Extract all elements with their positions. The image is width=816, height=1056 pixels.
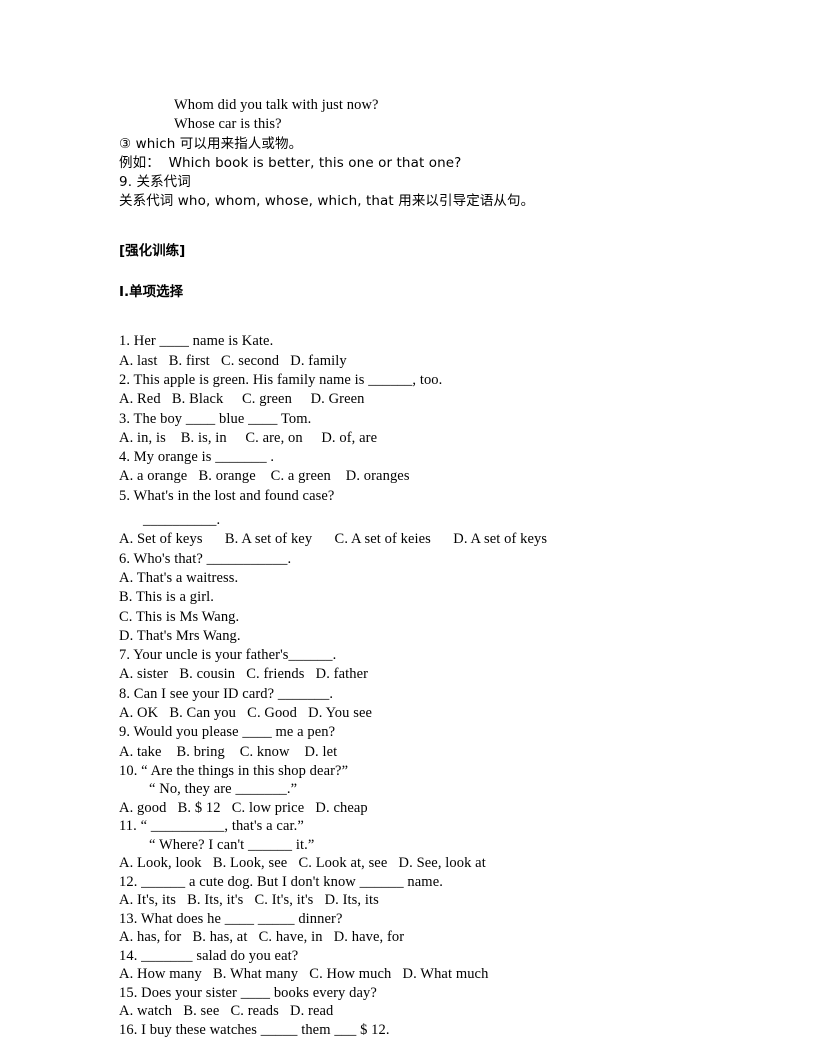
question-options: A. Red B. Black C. green D. Green (119, 391, 365, 408)
question-stem: 12. ______ a cute dog. But I don't know … (119, 873, 443, 890)
question-item: 15. Does your sister ____ books every da… (119, 984, 719, 1021)
question-option: D. That's Mrs Wang. (119, 627, 241, 644)
grammar-point-9-body: 关系代词 who, whom, whose, which, that 用来以引导… (119, 193, 535, 210)
question-options: A. last B. first C. second D. family (119, 352, 347, 369)
question-stem: 10. “ Are the things in this shop dear?” (119, 762, 349, 779)
grammar-point-9-title: 9. 关系代词 (119, 174, 191, 191)
question-item: 3. The boy ____ blue ____ Tom. A. in, is… (119, 410, 719, 449)
question-item: 1. Her ____ name is Kate. A. last B. fir… (119, 332, 719, 371)
question-stem: 3. The boy ____ blue ____ Tom. (119, 410, 312, 427)
question-answer-blank: __________. (143, 512, 221, 529)
grammar-point-3: ③ which 可以用来指人或物。 (119, 135, 303, 152)
question-stem: 16. I buy these watches _____ them ___ $… (119, 1021, 390, 1038)
question-item: 6. Who's that? ___________. A. That's a … (119, 550, 719, 646)
question-options: A. Look, look B. Look, see C. Look at, s… (119, 855, 486, 872)
question-option: A. That's a waitress. (119, 569, 239, 586)
document-body: Whom did you talk with just now? Whose c… (119, 96, 719, 1039)
question-item: 11. “ __________, that's a car.” “ Where… (119, 817, 719, 873)
question-stem: 14. _______ salad do you eat? (119, 947, 299, 964)
question-stem: 2. This apple is green. His family name … (119, 371, 443, 388)
question-stem: 1. Her ____ name is Kate. (119, 333, 274, 350)
question-stem: 13. What does he ____ _____ dinner? (119, 910, 343, 927)
question-options: A. It's, its B. Its, it's C. It's, it's … (119, 892, 379, 909)
question-stem-line-2: “ No, they are _______.” (149, 781, 298, 798)
spacer-before-exercise-header (119, 212, 719, 242)
question-options: A. OK B. Can you C. Good D. You see (119, 705, 373, 722)
question-item: 2. This apple is green. His family name … (119, 371, 719, 410)
question-item: 9. Would you please ____ me a pen? A. ta… (119, 723, 719, 762)
grammar-example-line-2: Whose car is this? (174, 116, 282, 133)
question-stem: 8. Can I see your ID card? _______. (119, 685, 334, 702)
spacer-before-part-one (119, 261, 719, 283)
question-item: 10. “ Are the things in this shop dear?”… (119, 762, 719, 818)
question-stem: 9. Would you please ____ me a pen? (119, 724, 336, 741)
question-options: A. take B. bring C. know D. let (119, 743, 338, 760)
question-list: 1. Her ____ name is Kate. A. last B. fir… (119, 332, 719, 1039)
question-options: A. in, is B. is, in C. are, on D. of, ar… (119, 429, 378, 446)
question-options: A. watch B. see C. reads D. read (119, 1003, 334, 1020)
question-options: A. has, for B. has, at C. have, in D. ha… (119, 929, 405, 946)
question-item: 4. My orange is _______ . A. a orange B.… (119, 448, 719, 487)
question-options: A. sister B. cousin C. friends D. father (119, 666, 369, 683)
question-item: 13. What does he ____ _____ dinner? A. h… (119, 910, 719, 947)
question-item: 12. ______ a cute dog. But I don't know … (119, 873, 719, 910)
question-stem: 4. My orange is _______ . (119, 449, 275, 466)
question-item: 7. Your uncle is your father's______. A.… (119, 646, 719, 685)
question-options: A. good B. $ 12 C. low price D. cheap (119, 799, 368, 816)
question-option: B. This is a girl. (119, 589, 214, 606)
question-item: 8. Can I see your ID card? _______. A. O… (119, 685, 719, 724)
question-options: A. How many B. What many C. How much D. … (119, 966, 489, 983)
question-stem-line-2: “ Where? I can't ______ it.” (149, 836, 315, 853)
question-stem: 5. What's in the lost and found case? (119, 487, 335, 504)
question-item: 14. _______ salad do you eat? A. How man… (119, 947, 719, 984)
part-one-header: I.单项选择 (119, 284, 184, 301)
question-stem: 11. “ __________, that's a car.” (119, 818, 304, 835)
question-stem: 6. Who's that? ___________. (119, 550, 292, 567)
document-page: Whom did you talk with just now? Whose c… (0, 0, 816, 1056)
grammar-example-line-1: Whom did you talk with just now? (174, 97, 379, 113)
question-option: C. This is Ms Wang. (119, 608, 240, 625)
question-stem: 15. Does your sister ____ books every da… (119, 984, 377, 1001)
spacer-before-questions (119, 302, 719, 332)
question-item: 5. What's in the lost and found case? __… (119, 487, 719, 550)
question-item: 16. I buy these watches _____ them ___ $… (119, 1021, 719, 1040)
question-options: A. Set of keys B. A set of key C. A set … (119, 531, 548, 548)
grammar-point-3-example: 例如： Which book is better, this one or th… (119, 154, 462, 171)
exercise-section-header: [强化训练] (119, 242, 186, 259)
question-options: A. a orange B. orange C. a green D. oran… (119, 468, 410, 485)
question-stem: 7. Your uncle is your father's______. (119, 647, 337, 664)
